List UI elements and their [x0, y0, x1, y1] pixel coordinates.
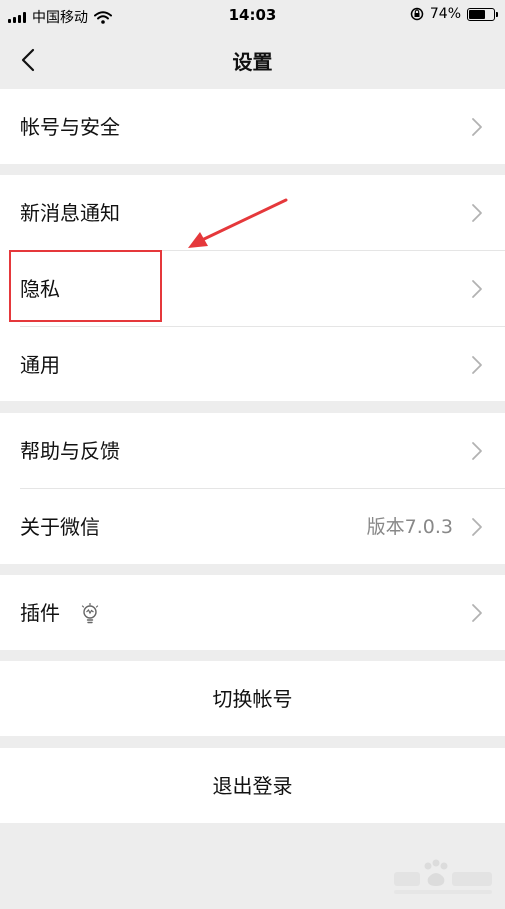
battery-icon [467, 7, 498, 21]
page-title: 设置 [232, 50, 273, 74]
switch-account-button[interactable]: 切换帐号 [0, 661, 505, 736]
chevron-right-icon [472, 280, 482, 298]
chevron-right-icon [472, 442, 482, 460]
chevron-right-icon [472, 204, 482, 222]
row-label: 帐号与安全 [20, 115, 120, 139]
group-help-about: 帮助与反馈 关于微信 版本7.0.3 [0, 413, 505, 564]
battery-percent: 74% [429, 6, 461, 22]
logout-button[interactable]: 退出登录 [0, 748, 505, 823]
group-plugins: 插件 [0, 575, 505, 650]
row-label: 插件 [20, 601, 60, 625]
row-label: 退出登录 [212, 774, 293, 798]
battery-fill [469, 9, 486, 19]
status-bar: 中国移动 14:03 74% [0, 0, 505, 32]
row-label: 新消息通知 [20, 201, 120, 225]
status-right: 74% [410, 6, 498, 22]
chevron-right-icon [472, 118, 482, 136]
group-switch-account: 切换帐号 [0, 661, 505, 736]
chevron-right-icon [472, 356, 482, 374]
row-label: 帮助与反馈 [20, 439, 120, 463]
nav-bar: 设置 [0, 32, 505, 88]
row-general[interactable]: 通用 [0, 327, 505, 402]
arrow-icon [188, 198, 288, 248]
watermark-logo-icon [394, 859, 492, 894]
row-account-security[interactable]: 帐号与安全 [0, 89, 505, 164]
rotation-lock-icon [410, 7, 424, 21]
lightbulb-icon [81, 603, 99, 624]
row-label: 切换帐号 [212, 687, 293, 711]
chevron-right-icon [472, 604, 482, 622]
version-value: 版本7.0.3 [366, 516, 453, 538]
highlight-box [9, 250, 162, 322]
group-logout: 退出登录 [0, 748, 505, 823]
row-about-wechat[interactable]: 关于微信 版本7.0.3 [0, 489, 505, 564]
chevron-right-icon [472, 518, 482, 536]
row-help-feedback[interactable]: 帮助与反馈 [0, 413, 505, 488]
row-label: 关于微信 [20, 515, 100, 539]
group-account: 帐号与安全 [0, 89, 505, 164]
row-plugins[interactable]: 插件 [0, 575, 505, 650]
row-label: 通用 [20, 353, 60, 377]
